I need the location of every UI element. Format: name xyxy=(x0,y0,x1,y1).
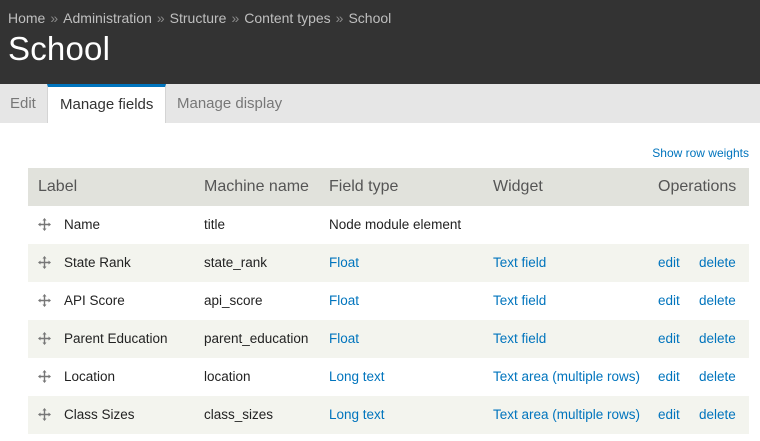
breadcrumb-separator: » xyxy=(231,10,240,26)
column-header-machine-name: Machine name xyxy=(204,178,309,195)
field-machine-name: state_rank xyxy=(204,255,268,270)
field-label: State Rank xyxy=(64,255,131,270)
breadcrumb-content-types[interactable]: Content types xyxy=(244,10,330,26)
column-header-label: Label xyxy=(38,178,78,195)
edit-link[interactable]: edit xyxy=(658,282,680,320)
edit-link[interactable]: edit xyxy=(658,358,680,396)
column-header-widget: Widget xyxy=(493,178,543,195)
move-cross-icon[interactable] xyxy=(38,408,51,421)
table-row: State Rank state_rank Float Text field e… xyxy=(28,244,749,282)
edit-link[interactable]: edit xyxy=(658,396,680,434)
table-row: API Score api_score Float Text field edi… xyxy=(28,282,749,320)
delete-link[interactable]: delete xyxy=(699,396,736,434)
tab-manage-fields[interactable]: Manage fields xyxy=(47,84,166,123)
tab-manage-display[interactable]: Manage display xyxy=(166,84,296,123)
delete-link[interactable]: delete xyxy=(699,244,736,282)
tab-edit[interactable]: Edit xyxy=(0,84,47,123)
table-row: Parent Education parent_education Float … xyxy=(28,320,749,358)
breadcrumb: Home» Administration» Structure» Content ty… xyxy=(8,10,391,26)
table-row: Name title Node module element xyxy=(28,206,749,244)
page-header: Home» Administration» Structure» Content ty… xyxy=(0,0,760,84)
move-cross-icon[interactable] xyxy=(38,370,51,383)
breadcrumb-school[interactable]: School xyxy=(348,10,391,26)
field-machine-name: parent_education xyxy=(204,331,309,346)
table-row: Location location Long text Text area (m… xyxy=(28,358,749,396)
table-row: Class Sizes class_sizes Long text Text a… xyxy=(28,396,749,434)
move-cross-icon[interactable] xyxy=(38,294,51,307)
field-label: Parent Education xyxy=(64,331,168,346)
move-cross-icon[interactable] xyxy=(38,256,51,269)
page-title: School xyxy=(8,30,111,67)
field-type-link[interactable]: Float xyxy=(329,320,359,358)
delete-link[interactable]: delete xyxy=(699,358,736,396)
delete-link[interactable]: delete xyxy=(699,320,736,358)
edit-link[interactable]: edit xyxy=(658,244,680,282)
widget-link[interactable]: Text area (multiple rows) xyxy=(493,396,640,434)
tab-bar: Edit Manage fields Manage display xyxy=(0,84,760,123)
breadcrumb-administration[interactable]: Administration xyxy=(63,10,152,26)
move-cross-icon[interactable] xyxy=(38,332,51,345)
delete-link[interactable]: delete xyxy=(699,282,736,320)
field-label: Class Sizes xyxy=(64,407,135,422)
field-machine-name: location xyxy=(204,369,251,384)
breadcrumb-separator: » xyxy=(156,10,165,26)
field-machine-name: title xyxy=(204,217,226,232)
breadcrumb-separator: » xyxy=(50,10,59,26)
field-type-link[interactable]: Float xyxy=(329,282,359,320)
field-type-link[interactable]: Float xyxy=(329,244,359,282)
field-label: API Score xyxy=(64,293,125,308)
field-label: Location xyxy=(64,369,116,384)
widget-link[interactable]: Text field xyxy=(493,244,546,282)
field-type-link[interactable]: Long text xyxy=(329,358,385,396)
show-row-weights-link[interactable]: Show row weights xyxy=(652,146,749,160)
breadcrumb-structure[interactable]: Structure xyxy=(170,10,227,26)
widget-link[interactable]: Text field xyxy=(493,320,546,358)
field-machine-name: api_score xyxy=(204,293,263,308)
field-type: Node module element xyxy=(329,217,462,232)
table-header: Label Machine name Field type Widget Ope… xyxy=(28,168,749,206)
breadcrumb-home[interactable]: Home xyxy=(8,10,45,26)
field-machine-name: class_sizes xyxy=(204,407,274,422)
column-header-field-type: Field type xyxy=(329,178,399,195)
column-header-operations: Operations xyxy=(658,178,737,195)
widget-link[interactable]: Text area (multiple rows) xyxy=(493,358,640,396)
edit-link[interactable]: edit xyxy=(658,320,680,358)
widget-link[interactable]: Text field xyxy=(493,282,546,320)
move-cross-icon[interactable] xyxy=(38,218,51,231)
field-label: Name xyxy=(64,217,101,232)
field-type-link[interactable]: Long text xyxy=(329,396,385,434)
breadcrumb-separator: » xyxy=(335,10,344,26)
fields-table: Label Machine name Field type Widget Ope… xyxy=(28,168,749,434)
